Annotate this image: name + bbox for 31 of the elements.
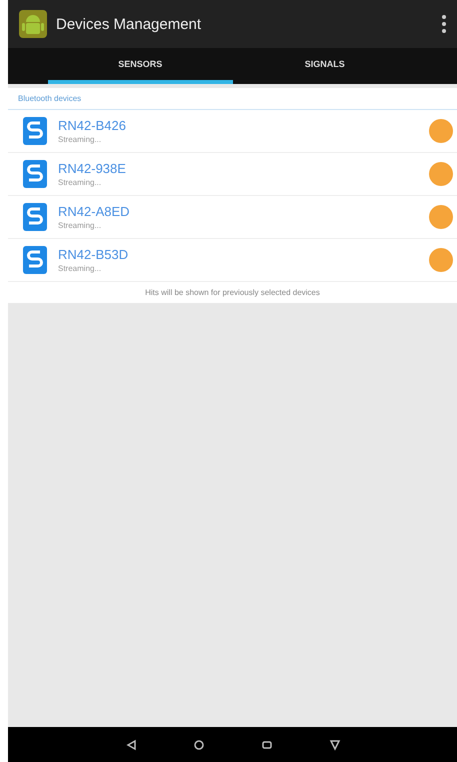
- overflow-menu-icon[interactable]: [441, 14, 447, 34]
- status-indicator-icon: [429, 248, 453, 272]
- recent-apps-icon[interactable]: [260, 738, 272, 750]
- device-name: RN42-938E: [58, 161, 127, 176]
- device-list-item[interactable]: RN42-A8ED Streaming...: [8, 196, 457, 239]
- status-indicator-icon: [429, 162, 453, 186]
- section-header: Bluetooth devices: [8, 88, 457, 110]
- s-logo-icon: [22, 116, 48, 146]
- tab[interactable]: SIGNALS: [232, 48, 417, 84]
- s-logo-icon: [22, 245, 48, 275]
- home-icon[interactable]: [192, 738, 204, 750]
- device-list-item[interactable]: RN42-B53D Streaming...: [8, 239, 457, 282]
- footer-note: Hits will be shown for previously selected devices: [144, 287, 321, 297]
- device-list-item[interactable]: RN42-938E Streaming...: [8, 153, 457, 196]
- status-indicator-icon: [429, 205, 453, 229]
- app-title: Devices Management: [56, 16, 202, 32]
- hide-keyboard-icon[interactable]: [328, 738, 340, 750]
- android-robot-icon: [18, 9, 48, 39]
- device-status: Streaming...: [58, 178, 102, 187]
- device-name: RN42-B53D: [58, 247, 130, 262]
- device-name: RN42-A8ED: [58, 204, 131, 219]
- tab[interactable]: SENSORS: [48, 48, 232, 84]
- back-icon[interactable]: [124, 738, 136, 750]
- device-status: Streaming...: [58, 221, 102, 230]
- device-status: Streaming...: [58, 135, 102, 144]
- device-status: Streaming...: [58, 264, 102, 273]
- device-name: RN42-B426: [58, 118, 127, 133]
- s-logo-icon: [22, 159, 48, 189]
- s-logo-icon: [22, 202, 48, 232]
- device-list-item[interactable]: RN42-B426 Streaming...: [8, 110, 457, 153]
- status-indicator-icon: [429, 119, 453, 143]
